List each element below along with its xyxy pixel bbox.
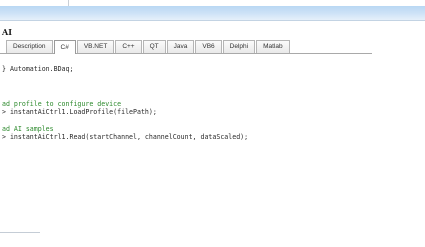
code-line-using: } Automation.BDaq; <box>2 65 74 73</box>
window-title-bar <box>0 6 425 21</box>
code-comment-load-profile: ad profile to configure device <box>2 100 122 108</box>
language-tab-strip: Description C# VB.NET C++ QT Java VB6 De… <box>0 40 372 54</box>
panel-bottom-divider <box>0 232 40 233</box>
tab-description[interactable]: Description <box>6 40 53 53</box>
tab-delphi[interactable]: Delphi <box>222 40 256 53</box>
panel-title: AI <box>2 27 12 37</box>
code-comment-read-samples: ad AI samples <box>2 125 54 133</box>
code-line-read: > instantAiCtrl1.Read(startChannel, chan… <box>2 133 249 141</box>
tab-vb6[interactable]: VB6 <box>195 40 222 53</box>
code-sample-panel: } Automation.BDaq; ad profile to configu… <box>2 65 422 141</box>
code-line-load-profile: > instantAiCtrl1.LoadProfile(filePath); <box>2 108 157 116</box>
tab-csharp[interactable]: C# <box>53 40 76 54</box>
tab-cpp[interactable]: C++ <box>115 40 142 53</box>
tab-java[interactable]: Java <box>166 40 195 53</box>
tab-vbnet[interactable]: VB.NET <box>76 40 115 53</box>
tab-qt[interactable]: QT <box>142 40 166 53</box>
tab-matlab[interactable]: Matlab <box>256 40 290 53</box>
